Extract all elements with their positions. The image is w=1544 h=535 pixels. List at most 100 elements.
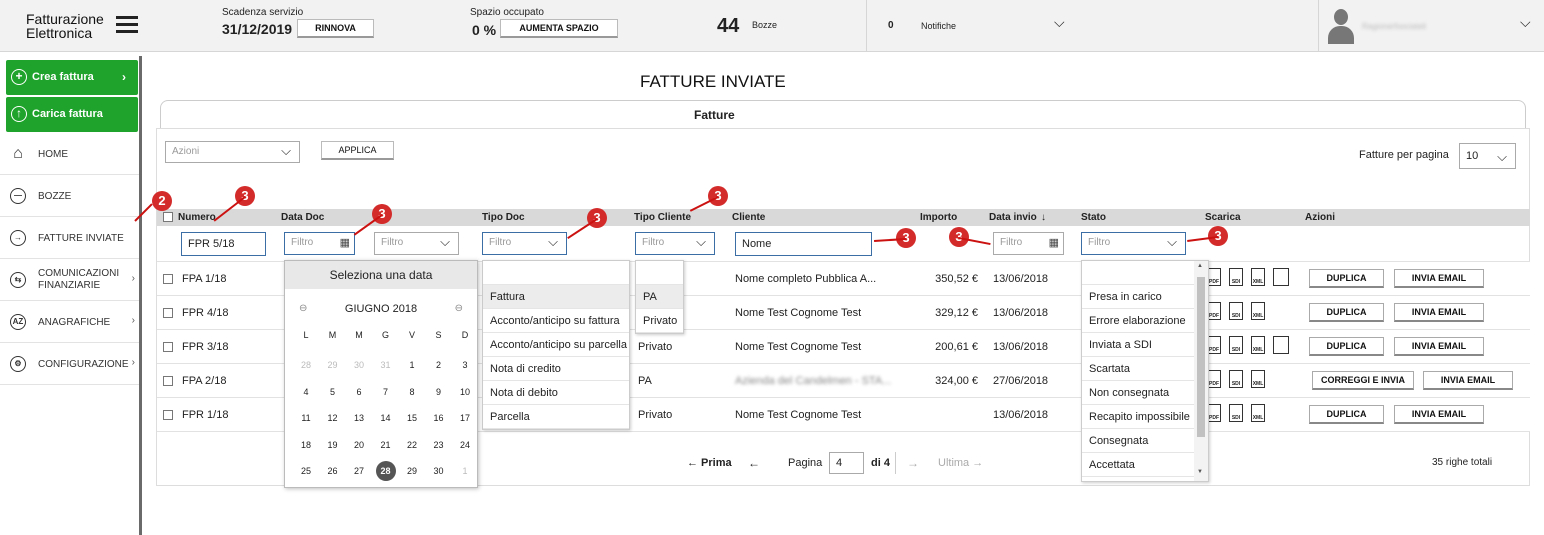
calendar-day[interactable]: 20 (346, 437, 372, 453)
pdf-icon[interactable]: PDF (1207, 302, 1221, 320)
cliente-filter-input[interactable]: Nome (735, 232, 872, 256)
stato-filter-select[interactable]: Filtro ⌵ (1081, 232, 1186, 255)
calendar-day[interactable]: 28 (293, 357, 319, 373)
calendar-day[interactable]: 18 (293, 437, 319, 453)
sidebar-item-bozze[interactable]: — BOZZE (0, 175, 139, 217)
calendar-day[interactable]: 1 (399, 357, 425, 373)
calendar-icon[interactable]: ▦ (340, 233, 350, 253)
invia-email-button[interactable]: INVIA EMAIL (1394, 405, 1484, 424)
select-all-checkbox[interactable] (163, 212, 173, 222)
sdi-icon[interactable]: SDI (1229, 268, 1243, 286)
col-data-invio[interactable]: Data invio (989, 212, 1037, 223)
xml-icon[interactable]: XML (1251, 336, 1265, 354)
scroll-down-icon[interactable]: ▼ (1197, 469, 1203, 475)
sidebar-item-fatture-inviate[interactable]: → FATTURE INVIATE (0, 217, 139, 259)
calendar-icon[interactable]: ▦ (1049, 233, 1059, 253)
calendar-day[interactable]: 4 (293, 384, 319, 400)
dropdown-option[interactable]: Recapito impossibile (1082, 405, 1208, 429)
invia-email-button[interactable]: INVIA EMAIL (1394, 337, 1484, 356)
bozze-count[interactable]: 44 (717, 15, 739, 38)
calendar-day-selected[interactable]: 28 (375, 461, 396, 481)
calendar-day[interactable]: 1 (452, 463, 478, 479)
dropdown-option[interactable]: Inviata a SDI (1082, 333, 1208, 357)
sdi-icon[interactable]: SDI (1229, 370, 1243, 388)
row-checkbox[interactable] (163, 308, 173, 318)
row-numero[interactable]: FPR 4/18 (182, 307, 228, 319)
calendar-day[interactable]: 5 (320, 384, 346, 400)
user-chevron-down-icon[interactable]: ⌵ (1520, 14, 1531, 31)
col-cliente[interactable]: Cliente (732, 212, 765, 223)
calendar-day[interactable]: 10 (452, 384, 478, 400)
azioni-select[interactable]: Azioni ⌵ (165, 141, 300, 163)
archive-icon[interactable] (1273, 336, 1289, 354)
calendar-day[interactable]: 24 (452, 437, 478, 453)
invia-email-button[interactable]: INVIA EMAIL (1394, 303, 1484, 322)
archive-icon[interactable] (1273, 268, 1289, 286)
calendar-day[interactable]: 12 (320, 410, 346, 426)
calendar-day[interactable]: 31 (373, 357, 399, 373)
pagination-prev[interactable]: ← (748, 456, 760, 470)
dropdown-option[interactable]: Accettata (1082, 453, 1208, 477)
scrollbar-thumb[interactable] (1197, 277, 1205, 437)
menu-icon[interactable] (116, 16, 138, 34)
dropdown-option[interactable]: PA (636, 285, 683, 309)
scroll-up-icon[interactable]: ▲ (1197, 263, 1203, 269)
dropdown-option[interactable]: Acconto/anticipo su parcella (483, 333, 629, 357)
calendar-day[interactable]: 6 (346, 384, 372, 400)
data-doc-filter-input[interactable]: Filtro ▦ (284, 232, 355, 255)
dropdown-option[interactable]: Privato (636, 309, 683, 333)
dropdown-option[interactable] (636, 261, 683, 285)
pdf-icon[interactable]: PDF (1207, 268, 1221, 286)
calendar-day[interactable]: 29 (399, 463, 425, 479)
calendar-day[interactable]: 3 (452, 357, 478, 373)
page-number-input[interactable]: 4 (829, 452, 864, 474)
dropdown-option[interactable] (483, 261, 629, 285)
dropdown-option[interactable] (1082, 261, 1208, 285)
row-action-button[interactable]: DUPLICA (1309, 405, 1384, 424)
calendar-day[interactable]: 22 (399, 437, 425, 453)
dropdown-option[interactable]: Errore elaborazione (1082, 309, 1208, 333)
row-checkbox[interactable] (163, 274, 173, 284)
calendar-day[interactable]: 27 (346, 463, 372, 479)
notifiche-label[interactable]: Notifiche (921, 21, 956, 31)
sdi-icon[interactable]: SDI (1229, 302, 1243, 320)
xml-icon[interactable]: XML (1251, 268, 1265, 286)
col-tipo-doc[interactable]: Tipo Doc (482, 212, 525, 223)
dropdown-option[interactable]: Nota di credito (483, 357, 629, 381)
carica-fattura-button[interactable]: ↑ Carica fattura (6, 97, 138, 132)
sidebar-item-anagrafiche[interactable]: AZ ANAGRAFICHE › (0, 301, 139, 343)
calendar-day[interactable]: 8 (399, 384, 425, 400)
calendar-day[interactable]: 14 (373, 410, 399, 426)
pagination-last[interactable]: Ultima → (938, 457, 983, 469)
dropdown-option[interactable]: Nota di debito (483, 381, 629, 405)
invia-email-button[interactable]: INVIA EMAIL (1423, 371, 1513, 390)
row-action-button[interactable]: DUPLICA (1309, 337, 1384, 356)
avatar[interactable] (1328, 6, 1354, 44)
row-numero[interactable]: FPR 1/18 (182, 409, 228, 421)
col-numero[interactable]: Numero (178, 212, 216, 223)
col-importo[interactable]: Importo (920, 212, 957, 223)
row-action-button[interactable]: DUPLICA (1309, 269, 1384, 288)
calendar-day[interactable]: 17 (452, 410, 478, 426)
sdi-icon[interactable]: SDI (1229, 404, 1243, 422)
invia-email-button[interactable]: INVIA EMAIL (1394, 269, 1484, 288)
user-name[interactable]: Ragionerfoociateli (1362, 22, 1426, 31)
aumenta-spazio-button[interactable]: AUMENTA SPAZIO (500, 19, 618, 38)
dropdown-option[interactable]: Presa in carico (1082, 285, 1208, 309)
sdi-icon[interactable]: SDI (1229, 336, 1243, 354)
sidebar-item-home[interactable]: ⌂ HOME (0, 133, 139, 175)
col-tipo-cliente[interactable]: Tipo Cliente (634, 212, 691, 223)
sort-down-icon[interactable]: ↓ (1041, 212, 1046, 223)
dropdown-option[interactable]: Scartata (1082, 357, 1208, 381)
tab-fatture[interactable] (160, 100, 1526, 130)
data-doc-to-filter[interactable]: Filtro ⌵ (374, 232, 459, 255)
pagination-first[interactable]: ← Prima (687, 457, 732, 469)
xml-icon[interactable]: XML (1251, 302, 1265, 320)
calendar-day[interactable]: 7 (373, 384, 399, 400)
row-checkbox[interactable] (163, 376, 173, 386)
pdf-icon[interactable]: PDF (1207, 370, 1221, 388)
row-action-button[interactable]: CORREGGI E INVIA (1312, 371, 1414, 390)
xml-icon[interactable]: XML (1251, 370, 1265, 388)
calendar-day[interactable]: 11 (293, 410, 319, 426)
calendar-day[interactable]: 9 (426, 384, 452, 400)
